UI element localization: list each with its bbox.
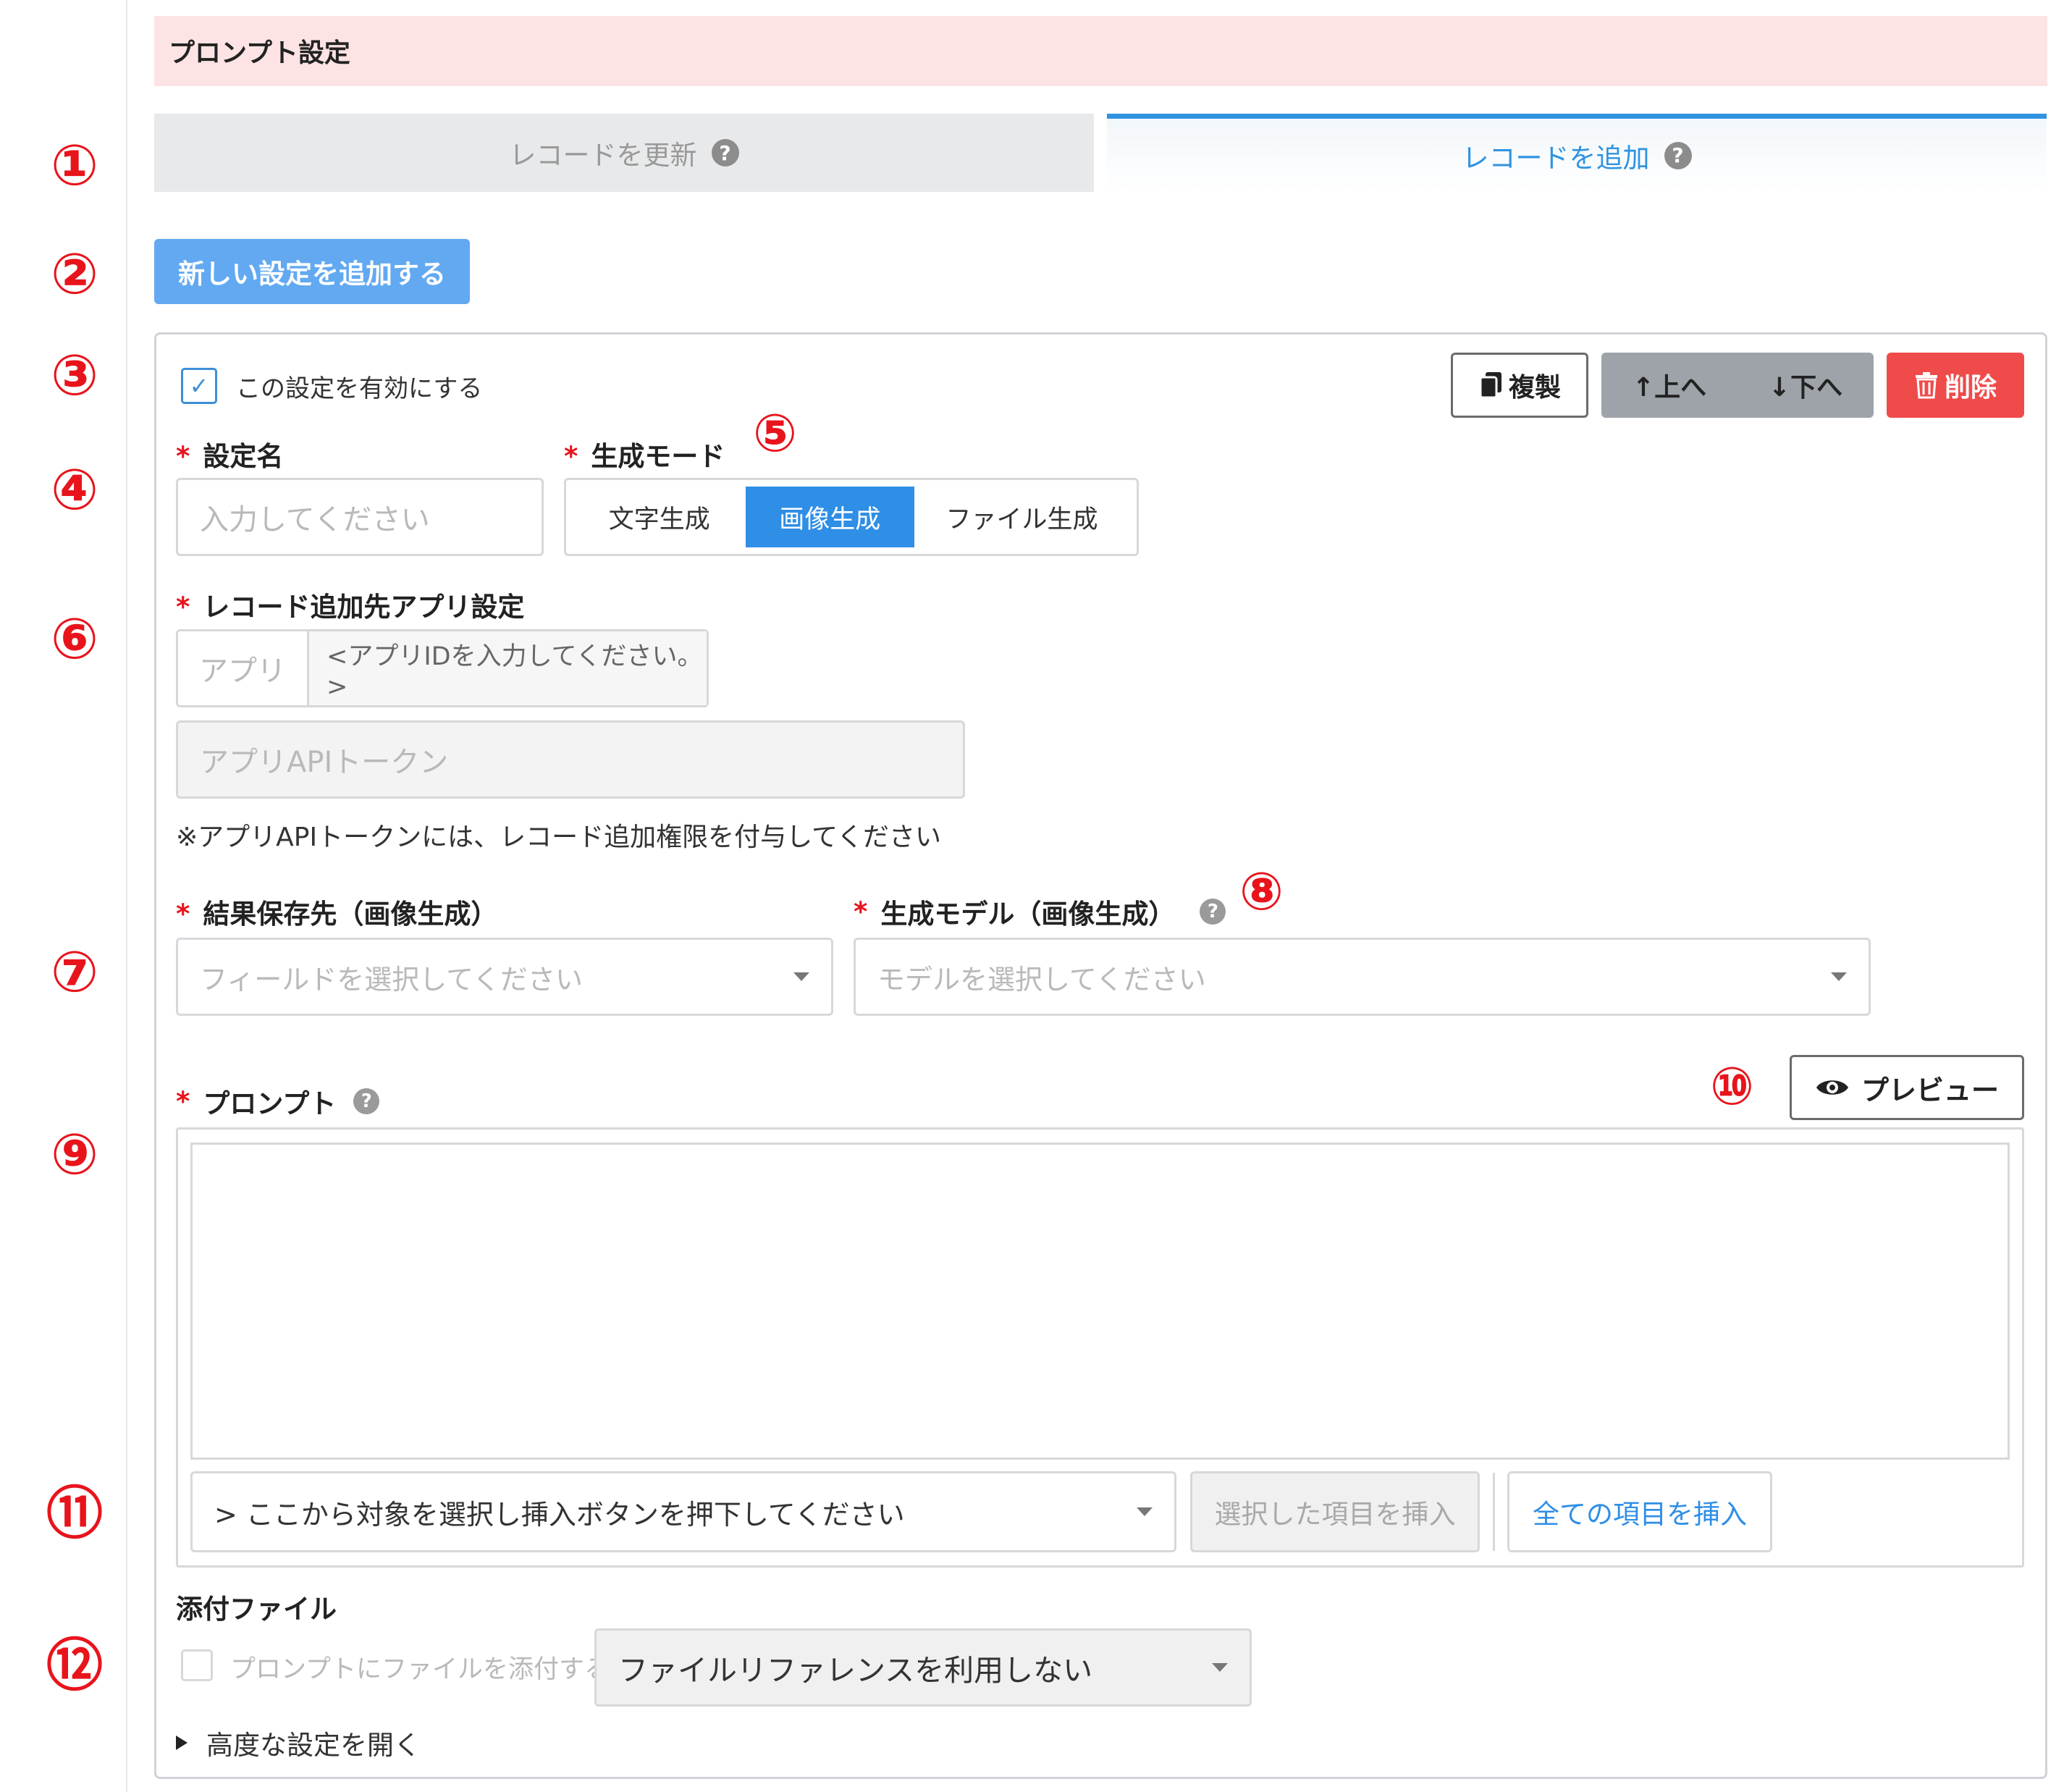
model-placeholder: モデルを選択してください	[877, 963, 1206, 996]
result-field-select[interactable]: フィールドを選択してください	[176, 938, 833, 1016]
advanced-settings-label: 高度な設定を開く	[206, 1730, 421, 1761]
insert-all-button[interactable]: 全ての項目を挿入	[1507, 1471, 1772, 1552]
triangle-right-icon	[176, 1736, 188, 1750]
tab-add-label: レコードを追加	[1462, 142, 1650, 174]
trash-icon	[1915, 372, 1937, 399]
tab-update-label: レコードを更新	[509, 140, 697, 171]
generation-mode-segmented: 文字生成 画像生成 ファイル生成	[564, 478, 1139, 556]
api-token-note: ※アプリAPIトークンには、レコード追加権限を付与してください	[176, 823, 941, 852]
app-addon: アプリ	[178, 631, 309, 705]
insert-target-text: > ここから対象を選択し挿入ボタンを押下してください	[214, 1498, 905, 1531]
marker-4: ④	[50, 458, 99, 523]
advanced-settings-toggle[interactable]: 高度な設定を開く	[176, 1723, 421, 1762]
marker-2: ②	[50, 242, 99, 307]
model-select[interactable]: モデルを選択してください	[854, 938, 1871, 1016]
attachment-title: 添付ファイル	[176, 1594, 337, 1625]
chevron-down-icon	[1212, 1663, 1228, 1672]
help-icon[interactable]: ?	[1664, 141, 1692, 169]
result-field-label: * 結果保存先（画像生成）	[176, 899, 498, 930]
marker-11: ⑪	[46, 1481, 103, 1547]
eye-icon	[1816, 1080, 1848, 1095]
chevron-down-icon	[1137, 1507, 1153, 1516]
marker-12: ⑫	[46, 1633, 103, 1699]
mode-text-option[interactable]: 文字生成	[573, 487, 746, 547]
move-down-button[interactable]: ↓下へ	[1769, 366, 1842, 404]
delete-label: 削除	[1944, 373, 1997, 403]
marker-3: ③	[50, 343, 99, 408]
marker-9: ⑨	[50, 1122, 99, 1187]
app-id-input[interactable]: <アプリIDを入力してください。>	[309, 631, 707, 705]
setting-name-input[interactable]: 入力してください	[176, 478, 544, 556]
app-id-input-group: アプリ <アプリIDを入力してください。>	[176, 629, 709, 707]
model-label: * 生成モデル（画像生成） ?	[854, 892, 1226, 931]
insert-selected-button[interactable]: 選択した項目を挿入	[1190, 1471, 1480, 1552]
marker-6: ⑥	[50, 607, 99, 672]
preview-button[interactable]: プレビュー	[1790, 1055, 2024, 1120]
preview-label: プレビュー	[1861, 1074, 1999, 1106]
enable-checkbox-label: この設定を有効にする	[236, 374, 483, 403]
copy-icon	[1479, 372, 1501, 399]
prompt-label: * プロンプト ?	[176, 1082, 380, 1121]
app-settings-label: * レコード追加先アプリ設定	[176, 592, 525, 623]
attach-file-checkbox[interactable]	[181, 1649, 213, 1681]
add-setting-button[interactable]: 新しい設定を追加する	[154, 239, 470, 304]
required-mark: *	[176, 1085, 190, 1117]
required-mark: *	[176, 592, 190, 623]
setting-name-label: * 設定名	[176, 441, 284, 472]
generation-mode-label: * 生成モード	[564, 441, 725, 472]
enable-checkbox[interactable]: ✓	[181, 368, 217, 404]
copy-label: 複製	[1508, 373, 1561, 403]
marker-1: ①	[50, 133, 99, 198]
attach-file-label: プロンプトにファイルを添付する	[230, 1655, 610, 1684]
help-icon[interactable]: ?	[1200, 899, 1226, 925]
required-mark: *	[854, 896, 868, 927]
mode-image-option[interactable]: 画像生成	[745, 487, 915, 547]
marker-7: ⑦	[50, 940, 99, 1005]
button-divider	[1493, 1473, 1495, 1551]
required-mark: *	[176, 899, 190, 930]
section-header	[154, 16, 2047, 86]
tab-add-record[interactable]: レコードを追加 ?	[1107, 114, 2047, 192]
tab-update-record[interactable]: レコードを更新 ?	[154, 114, 1094, 192]
copy-button[interactable]: 複製	[1451, 353, 1588, 418]
move-buttons: ↑上へ ↓下へ	[1601, 353, 1874, 418]
page-title: プロンプト設定	[169, 38, 350, 68]
required-mark: *	[564, 441, 578, 472]
file-reference-value: ファイルリファレンスを利用しない	[618, 1653, 1093, 1688]
mode-file-option[interactable]: ファイル生成	[914, 487, 1129, 547]
help-icon[interactable]: ?	[711, 139, 739, 167]
chevron-down-icon	[1831, 972, 1847, 981]
left-divider	[126, 0, 127, 1792]
api-token-input[interactable]: アプリAPIトークン	[176, 720, 965, 799]
prompt-textarea[interactable]	[190, 1143, 2010, 1460]
help-icon[interactable]: ?	[353, 1088, 380, 1114]
required-mark: *	[176, 441, 190, 472]
result-field-placeholder: フィールドを選択してください	[200, 963, 583, 996]
file-reference-select[interactable]: ファイルリファレンスを利用しない	[594, 1628, 1252, 1707]
chevron-down-icon	[793, 972, 809, 981]
move-up-button[interactable]: ↑上へ	[1633, 366, 1706, 404]
delete-button[interactable]: 削除	[1887, 353, 2024, 418]
insert-target-select[interactable]: > ここから対象を選択し挿入ボタンを押下してください	[190, 1471, 1176, 1552]
enable-setting-row: ✓ この設定を有効にする	[181, 368, 482, 404]
